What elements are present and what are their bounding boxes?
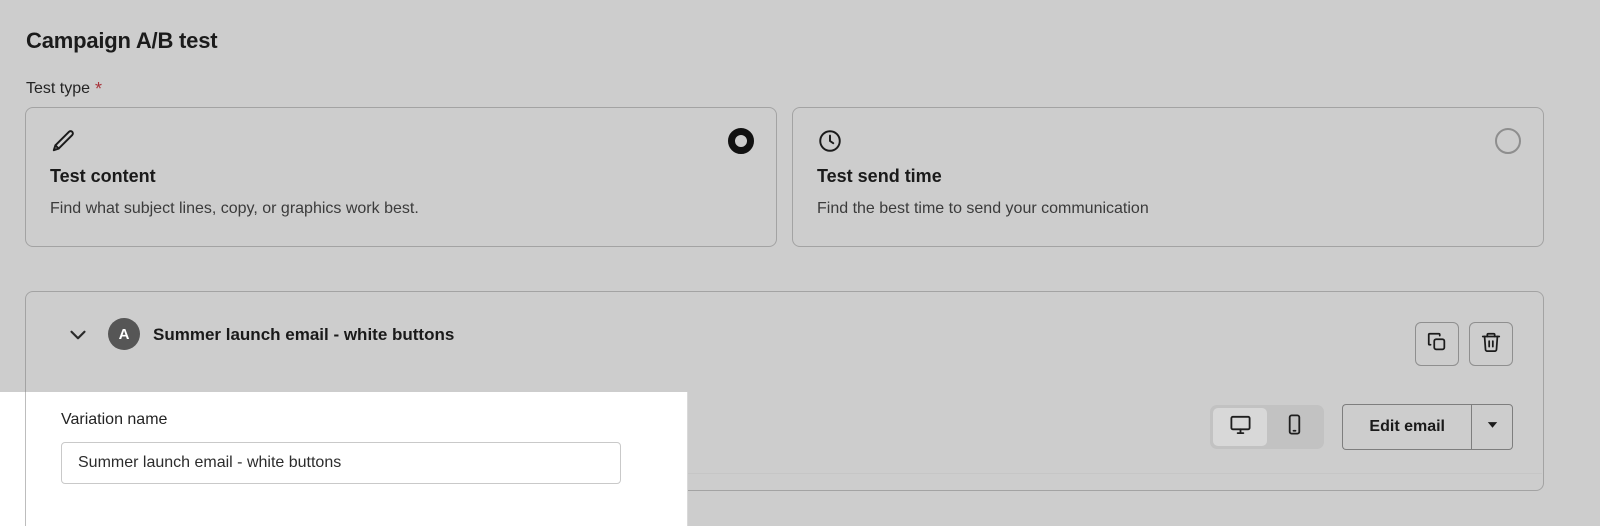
- page-title: Campaign A/B test: [26, 28, 218, 54]
- option-card-test-send-time[interactable]: Test send time Find the best time to sen…: [792, 107, 1544, 247]
- chevron-down-icon[interactable]: [62, 319, 94, 351]
- desktop-icon: [1229, 413, 1252, 441]
- option-title-test-content: Test content: [50, 166, 156, 186]
- delete-variation-button[interactable]: [1469, 322, 1513, 366]
- duplicate-variation-button[interactable]: [1415, 322, 1459, 366]
- mobile-preview-button[interactable]: [1267, 408, 1321, 446]
- edit-email-button[interactable]: Edit email: [1342, 404, 1471, 450]
- test-type-label-text: Test type: [26, 80, 91, 97]
- variation-title: Summer launch email - white buttons: [153, 325, 455, 344]
- option-description-test-content: Find what subject lines, copy, or graphi…: [50, 200, 419, 217]
- mobile-icon: [1283, 413, 1306, 441]
- variation-name-input[interactable]: [61, 442, 621, 484]
- variation-name-label: Variation name: [61, 411, 168, 428]
- variation-header: A Summer launch email - white buttons: [26, 292, 1543, 388]
- panel-left-rule: [25, 392, 26, 526]
- clock-icon: [817, 128, 843, 154]
- trash-icon: [1480, 331, 1502, 358]
- preview-toolbar: Edit email: [1210, 404, 1513, 450]
- page-title-text: Campaign A/B test: [26, 28, 218, 53]
- radio-test-send-time[interactable]: [1495, 128, 1521, 154]
- radio-test-content[interactable]: [728, 128, 754, 154]
- test-type-label: Test type *: [26, 77, 103, 99]
- variation-badge: A: [108, 318, 140, 350]
- duplicate-icon: [1426, 331, 1448, 358]
- caret-down-icon: [1485, 417, 1500, 437]
- option-card-test-content[interactable]: Test content Find what subject lines, co…: [25, 107, 777, 247]
- pencil-icon: [50, 128, 76, 154]
- option-description-test-send-time: Find the best time to send your communic…: [817, 200, 1149, 217]
- edit-email-dropdown-button[interactable]: [1471, 404, 1513, 450]
- desktop-preview-button[interactable]: [1213, 408, 1268, 446]
- variation-name-panel: Variation name: [0, 392, 688, 526]
- device-preview-toggle: [1210, 405, 1325, 449]
- option-title-test-send-time: Test send time: [817, 166, 942, 186]
- required-asterisk: *: [95, 79, 103, 99]
